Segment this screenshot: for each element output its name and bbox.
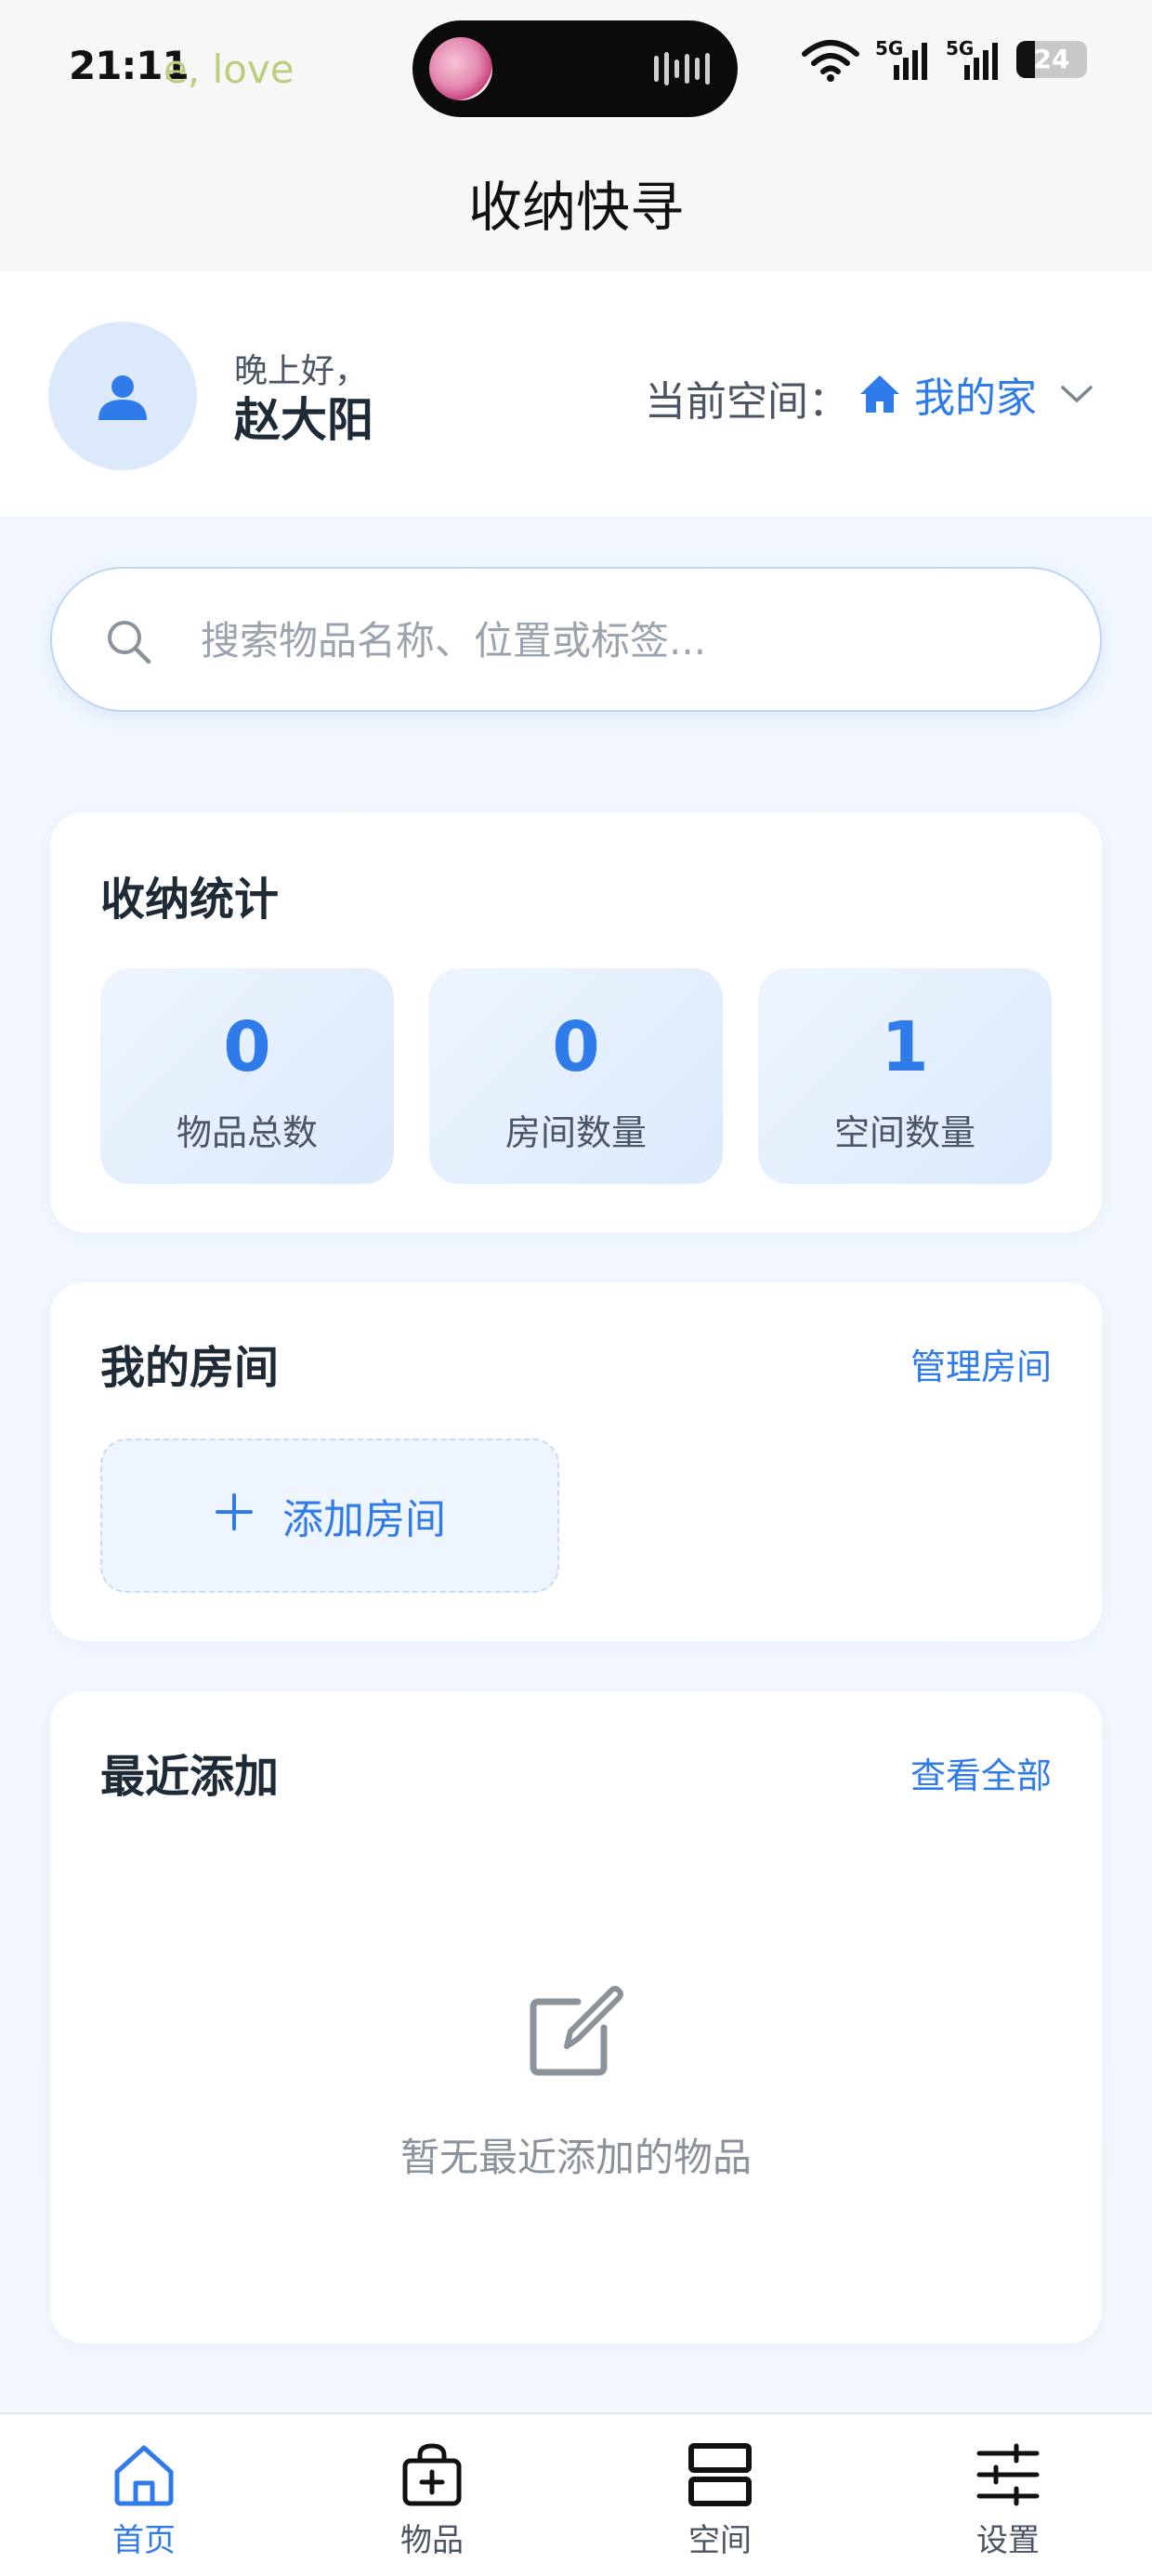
tab-label: 设置 <box>976 2522 1040 2559</box>
page-title: 收纳快寻 <box>467 176 684 239</box>
status-song-ticker: e, love <box>164 46 295 92</box>
edit-icon <box>530 1986 623 2076</box>
user-header: 晚上好， 赵大阳 当前空间： 我的家 <box>0 271 1152 517</box>
tab-items[interactable]: 物品 <box>288 2414 576 2576</box>
manage-rooms-link[interactable]: 管理房间 <box>910 1338 1052 1389</box>
battery-icon: 24 <box>1016 41 1087 78</box>
stat-value: 1 <box>881 1007 929 1087</box>
cellular-signal-icon-2: 5G <box>946 37 1001 82</box>
tab-label: 首页 <box>112 2522 176 2559</box>
stat-item-total[interactable]: 0 物品总数 <box>100 968 394 1184</box>
chevron-down-icon <box>1061 386 1093 403</box>
dynamic-island[interactable] <box>412 20 738 117</box>
stats-title: 收纳统计 <box>100 874 280 926</box>
top-bar: 21:11 e, love 5G 5G 24 收纳快寻 <box>0 0 1152 271</box>
recently-added-card: 最近添加 查看全部 暂无最近添加的物品 <box>50 1691 1102 2344</box>
avatar[interactable] <box>48 322 197 470</box>
search-icon <box>108 621 151 664</box>
sliders-icon <box>976 2443 1040 2506</box>
stat-label: 空间数量 <box>833 1112 975 1153</box>
stat-value: 0 <box>223 1007 271 1087</box>
wifi-icon <box>802 40 859 82</box>
username: 赵大阳 <box>234 393 373 447</box>
bag-plus-icon <box>402 2443 462 2506</box>
add-room-button[interactable]: 添加房间 <box>100 1439 559 1593</box>
stat-value: 0 <box>552 1007 600 1087</box>
user-icon <box>98 375 147 420</box>
cellular-signal-icon-1: 5G <box>875 37 931 82</box>
audio-wave-icon <box>654 52 710 85</box>
stat-label: 房间数量 <box>504 1112 647 1153</box>
search-bar[interactable] <box>50 567 1102 712</box>
search-input[interactable] <box>201 608 1055 673</box>
tab-space[interactable]: 空间 <box>576 2414 864 2576</box>
home-filled-icon <box>860 375 899 413</box>
my-rooms-card: 我的房间 管理房间 添加房间 <box>50 1282 1102 1641</box>
tab-home[interactable]: 首页 <box>0 2414 288 2576</box>
storage-stats-card: 收纳统计 0 物品总数 0 房间数量 1 空间数量 <box>50 812 1102 1232</box>
recent-title: 最近添加 <box>100 1751 280 1803</box>
stack-icon <box>688 2443 752 2506</box>
rooms-title: 我的房间 <box>100 1342 280 1394</box>
empty-state-text: 暂无最近添加的物品 <box>399 2135 752 2180</box>
status-icons: 5G 5G 24 <box>801 37 1087 82</box>
current-space-label: 当前空间： <box>645 378 849 426</box>
tab-settings[interactable]: 设置 <box>864 2414 1152 2576</box>
stat-room-count[interactable]: 0 房间数量 <box>429 968 723 1184</box>
add-room-label: 添加房间 <box>282 1496 446 1544</box>
stat-label: 物品总数 <box>176 1112 318 1153</box>
home-icon <box>114 2445 174 2506</box>
stat-space-count[interactable]: 1 空间数量 <box>758 968 1052 1184</box>
tab-label: 空间 <box>688 2522 752 2559</box>
tab-label: 物品 <box>400 2522 464 2559</box>
plus-icon <box>214 1490 255 1542</box>
bottom-tab-bar: 首页 物品 空间 设置 <box>0 2412 1152 2576</box>
view-all-link[interactable]: 查看全部 <box>910 1747 1052 1798</box>
battery-level: 24 <box>1033 44 1070 74</box>
space-name: 我的家 <box>914 375 1037 422</box>
space-selector[interactable]: 我的家 <box>858 364 1094 424</box>
album-art-icon <box>429 37 492 100</box>
app-screen: 21:11 e, love 5G 5G 24 收纳快寻 晚上好， 赵大阳 当前空… <box>0 0 1152 2576</box>
